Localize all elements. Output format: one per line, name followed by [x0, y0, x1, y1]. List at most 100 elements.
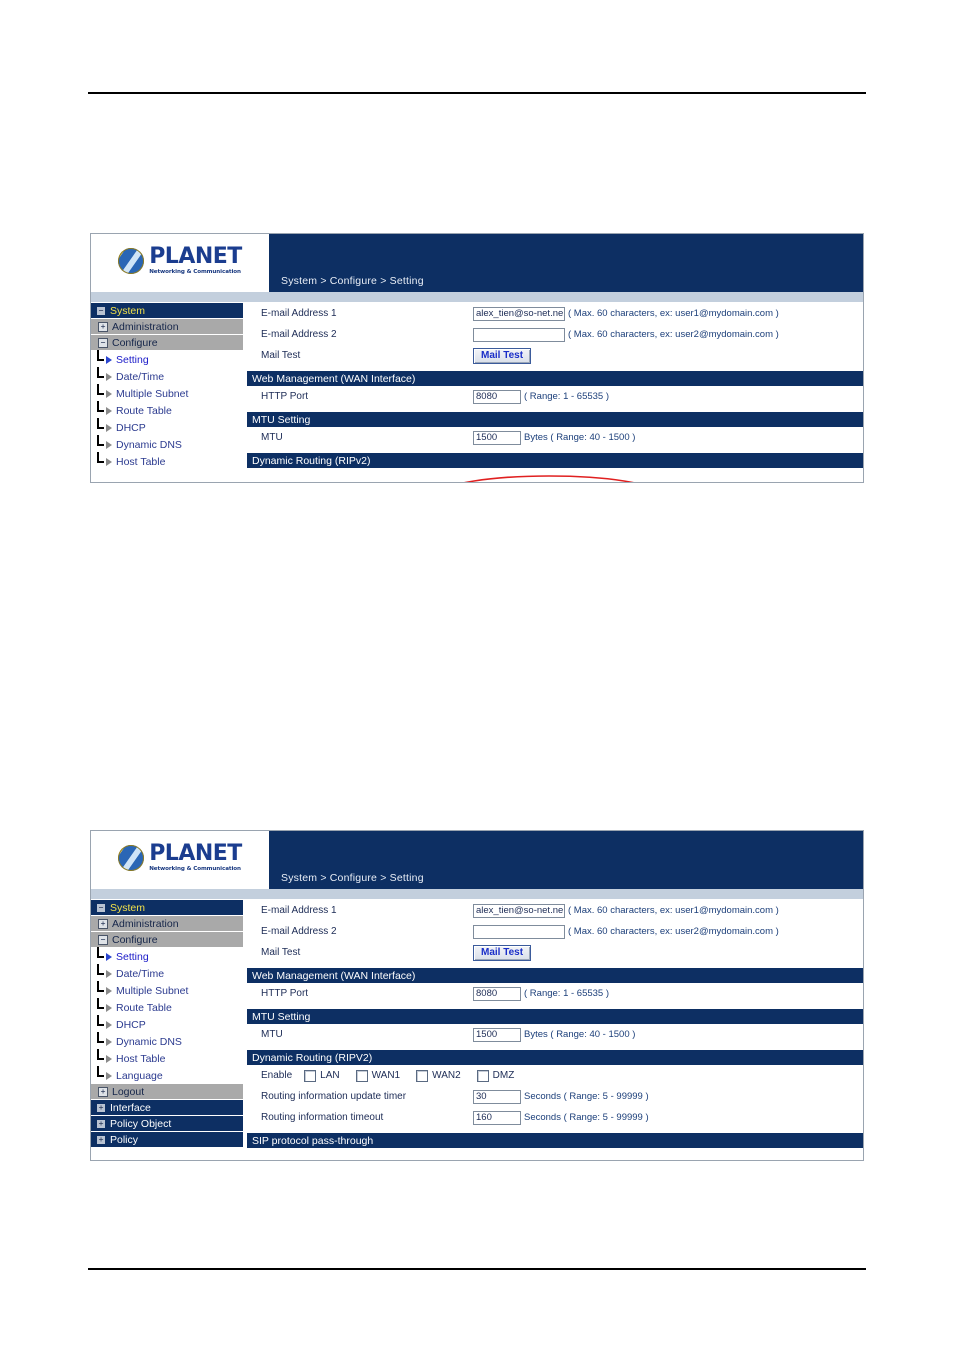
email-address-1-input[interactable]: alex_tien@so-net.ne: [473, 306, 565, 321]
email-address-2-input[interactable]: [473, 327, 565, 342]
sidebar-item-label: System: [110, 304, 146, 317]
email-address-2-hint: ( Max. 60 characters, ex: user2@mydomain…: [568, 329, 779, 340]
section-mtu-setting: MTU Setting: [247, 412, 863, 427]
arrow-right-icon: [106, 389, 112, 398]
checkbox-wan1[interactable]: WAN1: [355, 1069, 401, 1082]
checkbox-label: WAN1: [371, 1070, 401, 1081]
logo-tagline: Networking & Communication: [149, 269, 241, 276]
arrow-right-icon: [106, 986, 112, 995]
sidebar-item-dhcp[interactable]: DHCP: [91, 418, 243, 436]
sidebar-item-label: Date/Time: [116, 967, 165, 980]
email-address-1-hint: ( Max. 60 characters, ex: user1@mydomain…: [568, 905, 779, 916]
checkbox-lan[interactable]: LAN: [304, 1069, 340, 1082]
tree-branch-icon: [97, 998, 105, 1016]
sidebar-item-dhcp[interactable]: DHCP: [91, 1015, 243, 1033]
mtu-input[interactable]: 1500: [473, 430, 521, 445]
arrow-right-icon: [106, 406, 112, 415]
tree-branch-icon: [97, 367, 105, 385]
tree-branch-icon: [97, 452, 105, 470]
sidebar-item-host-table[interactable]: Host Table: [91, 1049, 243, 1067]
mail-test-row: Mail Test Mail Test: [247, 942, 863, 963]
plus-box-icon: +: [98, 321, 108, 332]
sidebar-item-label: Dynamic DNS: [116, 438, 182, 451]
globe-icon: [118, 845, 145, 871]
sidebar-item-language[interactable]: Language: [91, 1066, 243, 1084]
http-port-input[interactable]: 8080: [473, 389, 521, 404]
section-dynamic-routing: Dynamic Routing (RIPv2): [247, 453, 863, 468]
routing-timeout-input[interactable]: 160: [473, 1110, 521, 1125]
arrow-right-icon: [106, 440, 112, 449]
section-web-management: Web Management (WAN Interface): [247, 968, 863, 983]
sidebar-item-multiple-subnet[interactable]: Multiple Subnet: [91, 981, 243, 999]
sidebar-item-setting[interactable]: Setting: [91, 350, 243, 368]
http-port-hint: ( Range: 1 - 65535 ): [524, 391, 610, 402]
tree-branch-icon: [97, 418, 105, 436]
mtu-row: MTU 1500 Bytes ( Range: 40 - 1500 ): [247, 427, 863, 448]
sidebar-item-setting[interactable]: Setting: [91, 947, 243, 965]
tree-branch-icon: [97, 1032, 105, 1050]
email-address-1-label: E-mail Address 1: [261, 905, 337, 916]
sidebar-item-date-time[interactable]: Date/Time: [91, 964, 243, 982]
red-ellipse-annotation: [464, 475, 634, 482]
minus-box-icon: −: [96, 902, 106, 913]
mtu-input[interactable]: 1500: [473, 1027, 521, 1042]
sidebar-item-policy[interactable]: + Policy: [91, 1132, 243, 1147]
email-address-2-hint: ( Max. 60 characters, ex: user2@mydomain…: [568, 926, 779, 937]
arrow-right-icon: [106, 457, 112, 466]
sidebar-item-multiple-subnet[interactable]: Multiple Subnet: [91, 384, 243, 402]
email-address-2-input[interactable]: [473, 924, 565, 939]
sidebar-item-administration[interactable]: + Administration: [91, 916, 243, 931]
checkbox-icon[interactable]: [416, 1069, 429, 1082]
sidebar-item-administration[interactable]: + Administration: [91, 319, 243, 334]
sidebar-item-configure[interactable]: − Configure: [91, 932, 243, 947]
sidebar-item-label: Language: [116, 1069, 163, 1082]
sidebar-item-label: Policy: [110, 1133, 139, 1146]
checkbox-label: LAN: [320, 1070, 340, 1081]
sidebar-item-label: System: [110, 901, 146, 914]
http-port-input[interactable]: 8080: [473, 986, 521, 1001]
http-port-hint: ( Range: 1 - 65535 ): [524, 988, 610, 999]
sidebar-item-route-table[interactable]: Route Table: [91, 401, 243, 419]
plus-box-icon: +: [96, 1102, 106, 1113]
sidebar-item-dynamic-dns[interactable]: Dynamic DNS: [91, 435, 243, 453]
page-footer-rule: [88, 1268, 866, 1270]
globe-icon: [118, 248, 145, 274]
sidebar-item-configure[interactable]: − Configure: [91, 335, 243, 350]
sidebar-item-route-table[interactable]: Route Table: [91, 998, 243, 1016]
tree-branch-icon: [97, 1049, 105, 1067]
sidebar-item-system[interactable]: − System: [91, 900, 243, 915]
sidebar-item-policy-object[interactable]: + Policy Object: [91, 1116, 243, 1131]
email-address-1-input[interactable]: alex_tien@so-net.ne: [473, 903, 565, 918]
planet-logo: PLANET Networking & Communication: [91, 831, 269, 889]
sidebar-item-label: DHCP: [116, 421, 146, 434]
sidebar-item-date-time[interactable]: Date/Time: [91, 367, 243, 385]
checkbox-icon[interactable]: [476, 1069, 489, 1082]
checkbox-icon[interactable]: [355, 1069, 368, 1082]
sidebar-item-label: Interface: [110, 1101, 151, 1114]
mail-test-button[interactable]: Mail Test: [473, 944, 532, 961]
breadcrumb: System > Configure > Setting: [281, 872, 424, 884]
tree-branch-icon: [97, 350, 105, 368]
banner-sub-strip: [91, 292, 863, 303]
checkbox-wan2[interactable]: WAN2: [416, 1069, 461, 1082]
sidebar-item-interface[interactable]: + Interface: [91, 1100, 243, 1115]
tree-branch-icon: [97, 1066, 105, 1084]
sidebar-item-host-table[interactable]: Host Table: [91, 452, 243, 470]
sidebar-item-logout[interactable]: + Logout: [91, 1084, 243, 1099]
mail-test-button[interactable]: Mail Test: [473, 347, 532, 364]
sidebar-item-label: Route Table: [116, 1001, 172, 1014]
email-address-1-hint: ( Max. 60 characters, ex: user1@mydomain…: [568, 308, 779, 319]
checkbox-icon[interactable]: [304, 1069, 317, 1082]
sidebar-item-system[interactable]: − System: [91, 303, 243, 318]
routing-update-timer-input[interactable]: 30: [473, 1089, 521, 1104]
sidebar-item-label: Host Table: [116, 455, 166, 468]
checkbox-dmz[interactable]: DMZ: [476, 1069, 514, 1082]
routing-update-timer-row: Routing information update timer 30 Seco…: [247, 1086, 863, 1107]
arrow-right-icon: [106, 1020, 112, 1029]
sidebar-item-dynamic-dns[interactable]: Dynamic DNS: [91, 1032, 243, 1050]
tree-branch-icon: [97, 401, 105, 419]
plus-box-icon: +: [98, 1086, 108, 1097]
email-address-1-row: E-mail Address 1 alex_tien@so-net.ne ( M…: [247, 900, 863, 921]
sidebar-item-label: Multiple Subnet: [116, 984, 189, 997]
arrow-right-icon: [106, 372, 112, 381]
